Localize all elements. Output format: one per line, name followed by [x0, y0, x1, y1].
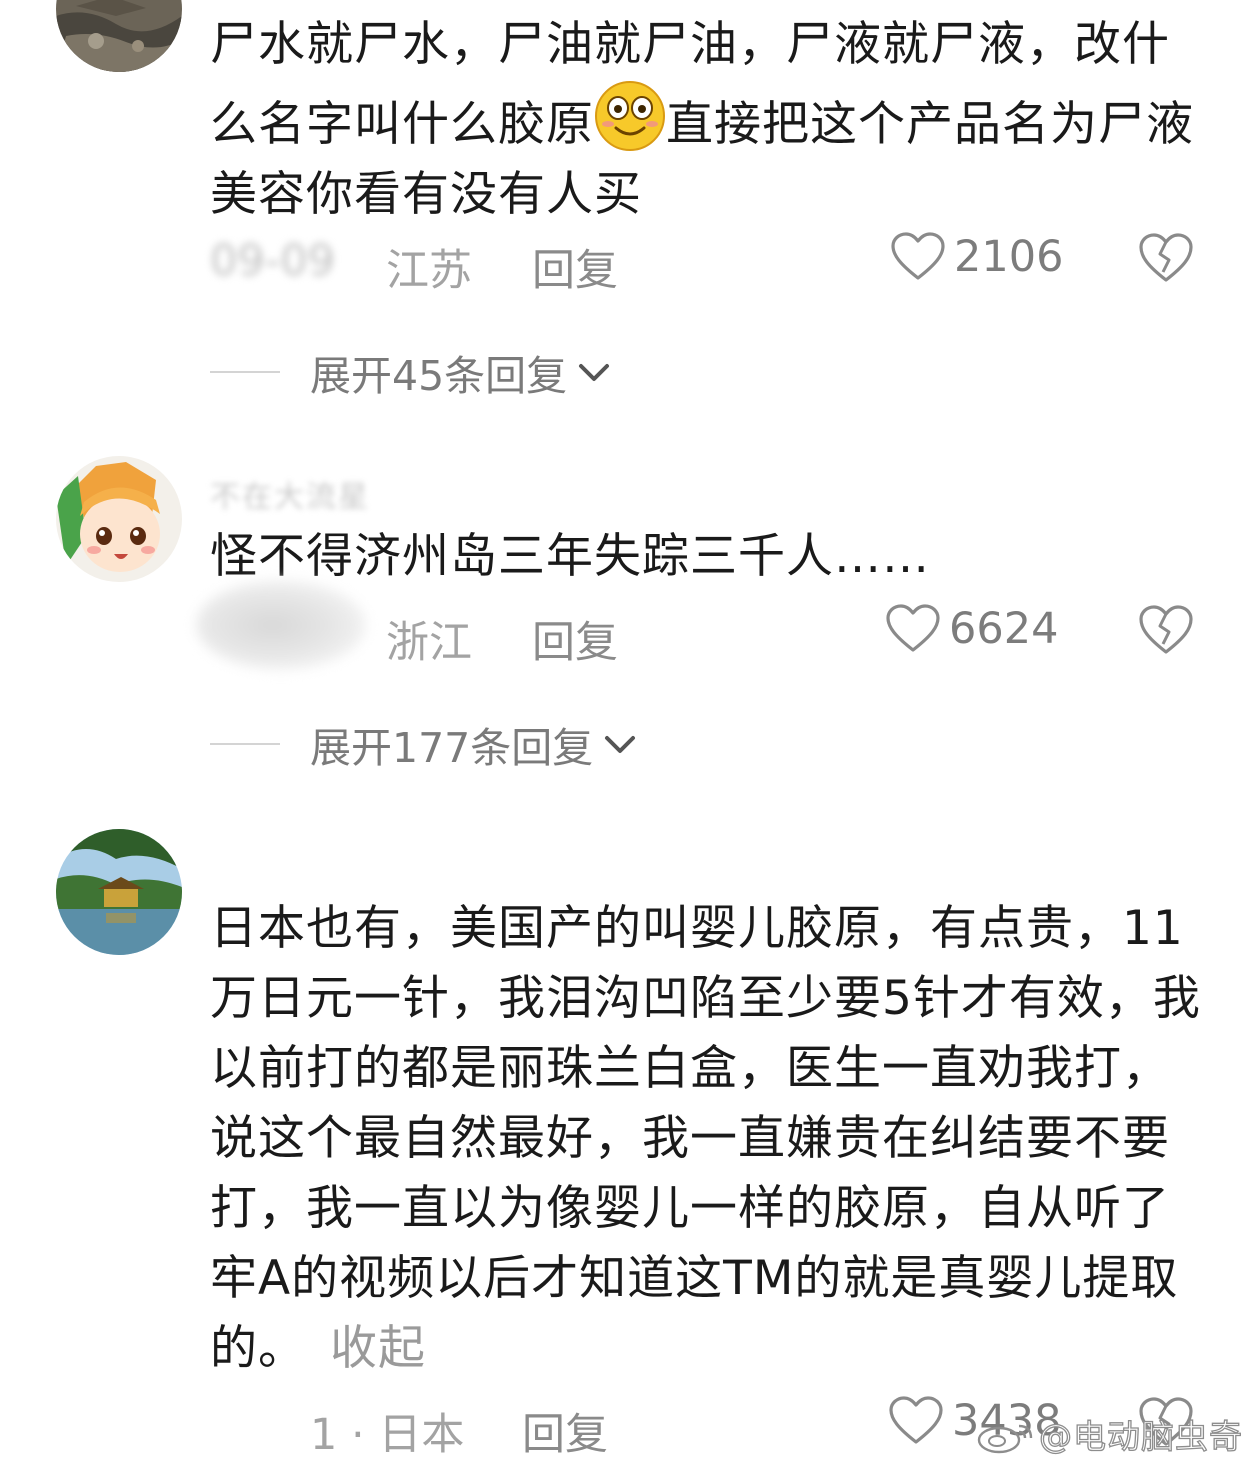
heart-icon: [889, 1396, 943, 1444]
dizzy-smile-emoji-icon: [595, 81, 665, 151]
comment-1-reply-button[interactable]: 回复: [532, 236, 618, 298]
chevron-down-icon: [605, 736, 636, 753]
anime-girl-avatar-icon: [56, 456, 182, 582]
comment-1-meta: 09-09 江苏 回复 2106: [210, 232, 1210, 298]
broken-heart-icon[interactable]: [1138, 604, 1194, 656]
comment-1-like-button[interactable]: 2106: [890, 232, 1063, 282]
comment-2-expand-label: 展开177条回复: [310, 724, 594, 772]
golden-pavilion-avatar-icon: [56, 829, 182, 955]
weibo-watermark: @电动脑虫奇: [975, 1410, 1243, 1458]
weibo-logo-icon: [977, 1424, 1033, 1454]
comment-2-like-count: 6624: [949, 604, 1059, 654]
comment-2-text: 怪不得济州岛三年失踪三千人……: [210, 529, 930, 584]
comment-2-reply-button[interactable]: 回复: [532, 608, 618, 670]
comment-2-expand-replies[interactable]: 展开177条回复: [210, 714, 639, 774]
heart-icon: [886, 604, 940, 652]
comment-3-text-body: 日本也有，美国产的叫婴儿胶原，有点贵，11万日元一针，我泪沟凹陷至少要5针才有效…: [210, 901, 1201, 1376]
rock-photo-avatar-icon: [56, 0, 182, 72]
watermark-text: @电动脑虫奇: [1038, 1416, 1243, 1456]
comment-1-like-count: 2106: [954, 232, 1064, 282]
comment-1-avatar[interactable]: [56, 0, 182, 72]
chevron-down-icon: [579, 364, 610, 381]
comment-3-avatar[interactable]: [56, 829, 182, 955]
comment-1-expand-replies[interactable]: 展开45条回复: [210, 342, 613, 402]
comment-2-avatar[interactable]: [56, 456, 182, 582]
comment-1-time: 09-09: [210, 236, 335, 286]
comment-2-like-button[interactable]: 6624: [885, 604, 1058, 654]
broken-heart-icon[interactable]: [1138, 232, 1194, 284]
comment-3-reply-button[interactable]: 回复: [522, 1400, 608, 1462]
blurred-timestamp: [196, 580, 366, 670]
comment-2-region: 浙江: [386, 618, 472, 668]
heart-icon: [891, 232, 945, 280]
comment-1-expand-label: 展开45条回复: [310, 352, 568, 400]
comment-1-region: 江苏: [386, 246, 472, 296]
comment-1-text: 尸水就尸水，尸油就尸油，尸液就尸液，改什么名字叫什么胶原 直接把这个产品名为尸液…: [210, 10, 1210, 230]
comment-3-collapse-button[interactable]: 收起: [330, 1321, 426, 1376]
comment-2-username[interactable]: 不在大流星: [210, 472, 370, 516]
comment-3-time: 1 · 日本: [310, 1410, 465, 1460]
comment-2-meta: 浙江 回复 6624: [196, 580, 1210, 670]
comment-3-text: 日本也有，美国产的叫婴儿胶原，有点贵，11万日元一针，我泪沟凹陷至少要5针才有效…: [210, 894, 1210, 1384]
divider-line: [210, 371, 280, 373]
divider-line: [210, 743, 280, 745]
